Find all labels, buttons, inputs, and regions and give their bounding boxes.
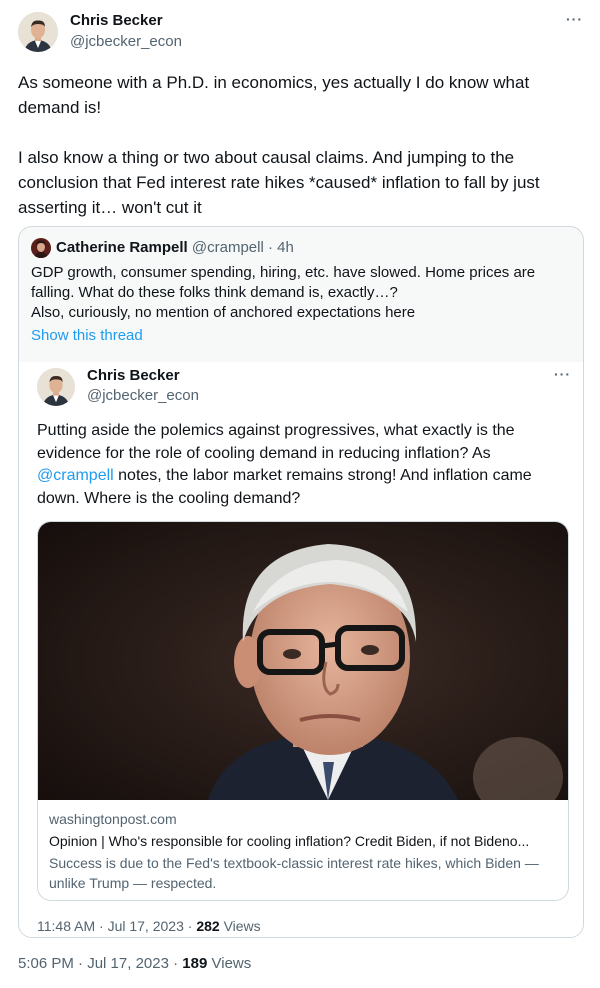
more-options-icon[interactable]: ··· <box>554 367 571 381</box>
link-preview-card[interactable]: washingtonpost.com Opinion | Who's respo… <box>37 521 569 901</box>
separator-dot: · <box>78 955 84 972</box>
quoted-author-handle[interactable]: @crampell <box>192 239 264 256</box>
author-avatar[interactable] <box>18 12 58 52</box>
author-handle[interactable]: @jcbecker_econ <box>70 33 182 50</box>
inner-views-count: 282 <box>196 918 220 934</box>
inner-tweet-text: Putting aside the polemics against progr… <box>37 420 567 510</box>
link-preview-image[interactable] <box>38 522 568 800</box>
separator-dot: · <box>267 239 273 256</box>
inner-tweet-time[interactable]: 11:48 AM <box>37 918 95 934</box>
inner-quoted-tweet[interactable]: Chris Becker @jcbecker_econ ··· Putting … <box>19 362 583 937</box>
quoted-tweet-card[interactable]: Catherine Rampell @crampell · 4h GDP gro… <box>18 226 584 938</box>
inner-tweet-date[interactable]: Jul 17, 2023 <box>108 918 184 934</box>
quoted-text-line: falling. What do these folks think deman… <box>31 284 398 301</box>
inner-author-name[interactable]: Chris Becker <box>87 367 180 384</box>
views-label: Views <box>211 955 252 972</box>
quoted-tweet-text: GDP growth, consumer spending, hiring, e… <box>31 263 571 323</box>
main-tweet[interactable]: Chris Becker @jcbecker_econ ··· As someo… <box>0 0 600 988</box>
inner-author-handle[interactable]: @jcbecker_econ <box>87 387 199 404</box>
quoted-tweet-age[interactable]: 4h <box>277 239 294 256</box>
link-title[interactable]: Opinion | Who's responsible for cooling … <box>49 833 564 849</box>
link-domain: washingtonpost.com <box>49 811 177 827</box>
show-thread-link[interactable]: Show this thread <box>31 327 143 344</box>
inner-text-start: Putting aside the polemics against progr… <box>37 422 515 462</box>
quoted-text-line: Also, curiously, no mention of anchored … <box>31 304 416 321</box>
quoted-author-name[interactable]: Catherine Rampell <box>56 239 188 256</box>
more-options-icon[interactable]: ··· <box>566 12 583 26</box>
tweet-text: As someone with a Ph.D. in economics, ye… <box>18 70 578 245</box>
tweet-paragraph: I also know a thing or two about causal … <box>18 148 540 217</box>
tweet-time[interactable]: 5:06 PM <box>18 955 74 972</box>
inner-tweet-meta: 11:48 AM · Jul 17, 2023 · 282 Views <box>37 918 261 934</box>
author-name[interactable]: Chris Becker <box>70 12 163 29</box>
inner-author-avatar[interactable] <box>37 368 75 406</box>
link-description: Success is due to the Fed's textbook-cla… <box>49 855 539 891</box>
separator-dot: · <box>99 918 104 934</box>
inner-views-label: Views <box>223 918 261 934</box>
separator-dot: · <box>187 918 193 934</box>
quoted-tweet-header: Catherine Rampell @crampell · 4h <box>56 239 294 256</box>
quoted-text-line: GDP growth, consumer spending, hiring, e… <box>31 264 536 281</box>
views-count: 189 <box>182 955 208 972</box>
tweet-meta: 5:06 PM · Jul 17, 2023 · 189 Views <box>18 955 251 972</box>
quoted-author-avatar <box>31 238 51 258</box>
separator-dot: · <box>173 955 179 972</box>
tweet-paragraph: As someone with a Ph.D. in economics, ye… <box>18 73 530 117</box>
mention-link[interactable]: @crampell <box>37 467 114 484</box>
tweet-date[interactable]: Jul 17, 2023 <box>87 955 169 972</box>
